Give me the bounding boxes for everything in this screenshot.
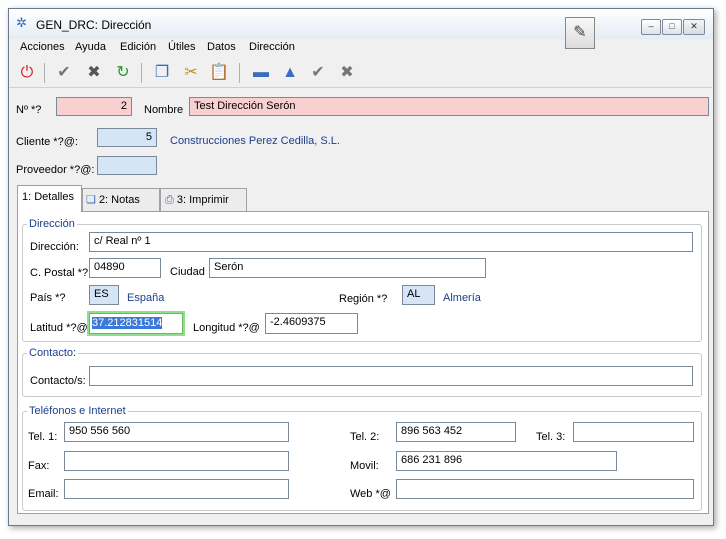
pin-icon[interactable]: ✎: [565, 17, 595, 49]
fax-label: Fax:: [28, 460, 50, 472]
direccion-group-title: Dirección: [27, 218, 77, 230]
menu-direccion[interactable]: Dirección: [249, 41, 295, 53]
toolbar-separator: [44, 63, 45, 83]
tel2-field[interactable]: 896 563 452: [396, 422, 516, 442]
notes-icon: ❏: [86, 194, 96, 206]
web-field[interactable]: [396, 479, 694, 499]
latitud-label: Latitud *?@: [30, 322, 88, 334]
tel1-label: Tel. 1:: [28, 431, 58, 443]
cpostal-field[interactable]: 04890: [89, 258, 161, 278]
latitud-selected-text: 37.212831514: [92, 317, 163, 329]
toolbar-separator: [239, 63, 240, 83]
email-field[interactable]: [64, 479, 289, 499]
accept-icon[interactable]: ✔: [307, 62, 329, 84]
tab-detalles[interactable]: 1: Detalles: [17, 185, 82, 212]
pais-label: País *?: [30, 292, 66, 304]
tel3-label: Tel. 3:: [536, 431, 566, 443]
cliente-field[interactable]: 5: [97, 128, 157, 147]
refresh-icon[interactable]: ↻: [112, 62, 134, 84]
remove-record-icon[interactable]: ▬: [250, 62, 272, 84]
longitud-field[interactable]: -2.4609375: [265, 313, 358, 334]
minimize-button[interactable]: –: [641, 19, 661, 35]
copy-icon[interactable]: ❐: [151, 62, 173, 84]
move-up-icon[interactable]: ▲: [279, 62, 301, 84]
cliente-name: Construcciones Perez Cedilla, S.L.: [170, 135, 340, 147]
direccion-field[interactable]: c/ Real nº 1: [89, 232, 693, 252]
cpostal-label: C. Postal *?: [30, 267, 89, 279]
latitud-field[interactable]: 37.212831514: [89, 313, 183, 334]
close-button[interactable]: ✕: [683, 19, 705, 35]
ciudad-field[interactable]: Serón: [209, 258, 486, 278]
fax-field[interactable]: [64, 451, 289, 471]
nombre-field[interactable]: Test Dirección Serón: [189, 97, 709, 116]
cliente-label: Cliente *?@:: [16, 136, 78, 148]
window-title: GEN_DRC: Dirección: [36, 18, 152, 32]
tab-imprimir[interactable]: ⎙ 3: Imprimir: [160, 188, 247, 211]
proveedor-field[interactable]: [97, 156, 157, 175]
menu-edicion[interactable]: Edición: [120, 41, 156, 53]
proveedor-label: Proveedor *?@:: [16, 164, 95, 176]
tel3-field[interactable]: [573, 422, 694, 442]
toolbar-divider: [9, 87, 712, 88]
tab-notas[interactable]: ❏ 2: Notas: [82, 188, 160, 211]
region-label: Región *?: [339, 293, 388, 305]
ciudad-label: Ciudad: [170, 266, 205, 278]
maximize-button[interactable]: □: [662, 19, 682, 35]
power-icon[interactable]: ⏻: [16, 62, 38, 84]
contacto-field[interactable]: [89, 366, 693, 386]
menu-ayuda[interactable]: Ayuda: [75, 41, 106, 53]
menu-acciones[interactable]: Acciones: [20, 41, 65, 53]
toolbar-separator: [141, 63, 142, 83]
pais-name: España: [127, 292, 165, 304]
save-icon[interactable]: ✔: [53, 62, 75, 84]
delete-icon[interactable]: ✖: [83, 62, 105, 84]
app-icon: ✲: [16, 15, 27, 30]
contacto-label: Contacto/s:: [30, 375, 86, 387]
telefonos-group-title: Teléfonos e Internet: [27, 405, 128, 417]
nombre-label: Nombre: [144, 104, 184, 116]
web-label: Web *@: [350, 488, 391, 500]
movil-label: Movil:: [350, 460, 379, 472]
cancel-icon[interactable]: ✖: [336, 62, 358, 84]
paste-icon[interactable]: 📋: [208, 62, 230, 84]
menu-datos[interactable]: Datos: [207, 41, 236, 53]
cut-icon[interactable]: ✂: [180, 62, 202, 84]
region-field[interactable]: AL: [402, 285, 435, 305]
tel2-label: Tel. 2:: [350, 431, 380, 443]
direccion-label: Dirección:: [30, 241, 79, 253]
menu-utiles[interactable]: Útiles: [168, 41, 196, 53]
email-label: Email:: [28, 488, 59, 500]
longitud-label: Longitud *?@: [193, 322, 260, 334]
contacto-group-title: Contacto:: [27, 347, 79, 359]
pais-field[interactable]: ES: [89, 285, 119, 305]
printer-icon: ⎙: [165, 194, 174, 206]
num-label: Nº *?: [16, 104, 42, 116]
region-name: Almería: [443, 292, 481, 304]
movil-field[interactable]: 686 231 896: [396, 451, 617, 471]
tel1-field[interactable]: 950 556 560: [64, 422, 289, 442]
num-field[interactable]: 2: [56, 97, 132, 116]
